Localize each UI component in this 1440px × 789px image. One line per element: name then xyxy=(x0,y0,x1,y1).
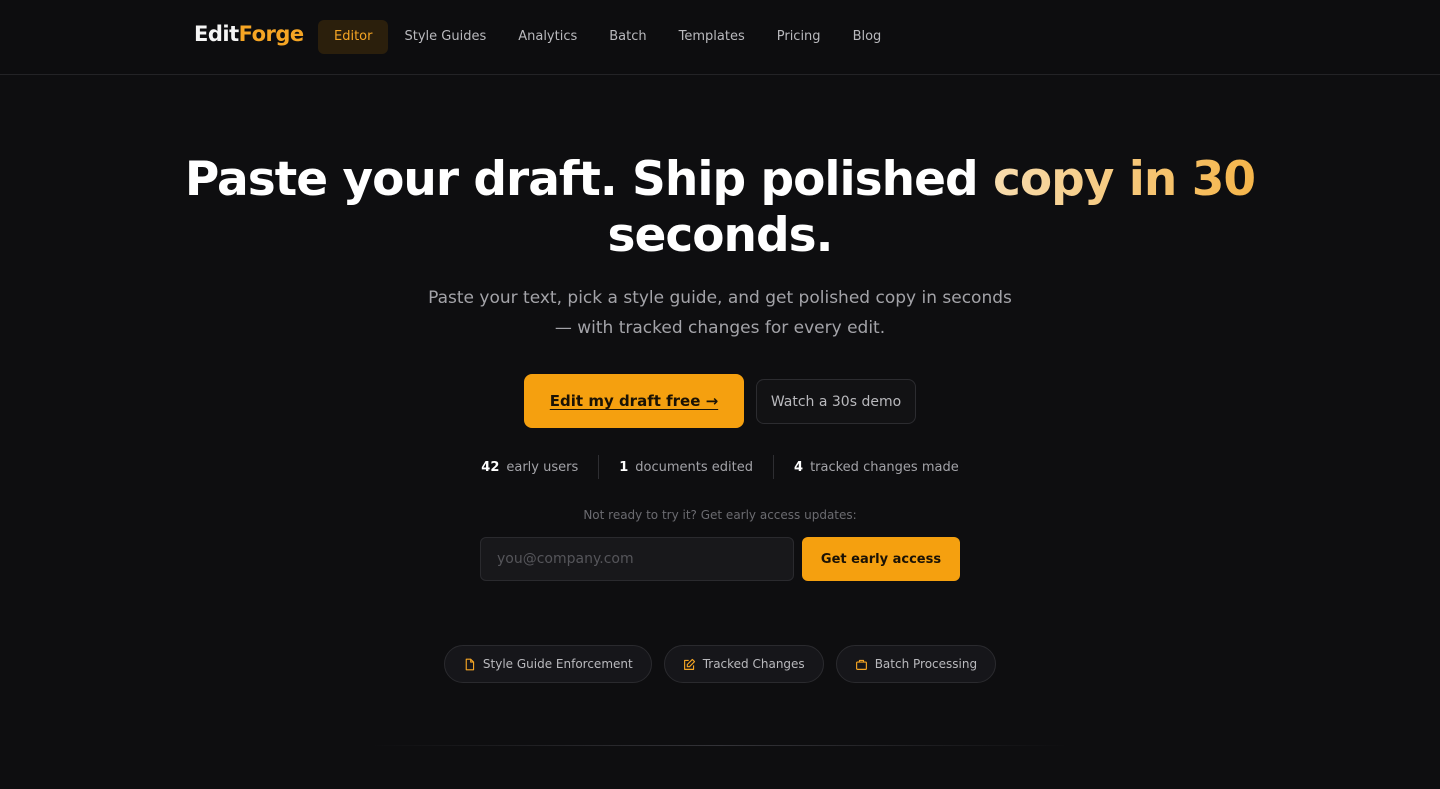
feature-chips: Style Guide Enforcement Tracked Changes … xyxy=(0,645,1440,683)
stat-early-users: 42 early users xyxy=(461,455,598,479)
nav-item-templates[interactable]: Templates xyxy=(663,20,761,54)
hero-title-accent: copy in 30 xyxy=(992,152,1256,207)
stat-value: 4 xyxy=(794,459,804,475)
hero-title: Paste your draft. Ship polished copy in … xyxy=(0,152,1440,264)
stat-tracked-changes: 4 tracked changes made xyxy=(773,455,979,479)
feature-chip-tracked-changes[interactable]: Tracked Changes xyxy=(663,645,824,683)
top-navigation: EditForge Editor Style Guides Analytics … xyxy=(0,0,1440,75)
hero-title-tail: seconds. xyxy=(607,208,834,263)
nav-links: Editor Style Guides Analytics Batch Temp… xyxy=(318,20,897,54)
nav-item-style-guides[interactable]: Style Guides xyxy=(388,20,502,54)
stat-label: documents edited xyxy=(635,459,754,475)
email-field[interactable] xyxy=(480,537,794,581)
get-early-access-button[interactable]: Get early access xyxy=(802,537,960,581)
stat-label: tracked changes made xyxy=(810,459,959,475)
brand-name-part1: Edit xyxy=(194,22,239,46)
briefcase-icon xyxy=(855,659,867,670)
feature-chip-style-guide[interactable]: Style Guide Enforcement xyxy=(443,645,652,683)
nav-item-blog[interactable]: Blog xyxy=(837,20,898,54)
feature-chip-label: Batch Processing xyxy=(874,657,978,671)
watch-demo-button[interactable]: Watch a 30s demo xyxy=(756,379,916,424)
section-divider xyxy=(370,745,1070,746)
hero-title-plain: Paste your draft. Ship polished xyxy=(184,152,993,207)
feature-chip-label: Style Guide Enforcement xyxy=(482,657,633,671)
brand-logo[interactable]: EditForge xyxy=(194,22,304,46)
stats-bar: 42 early users 1 documents edited 4 trac… xyxy=(0,455,1440,479)
hero-subtitle: Paste your text, pick a style guide, and… xyxy=(428,288,1012,338)
document-icon xyxy=(465,658,475,670)
nav-item-batch[interactable]: Batch xyxy=(593,20,662,54)
stat-value: 42 xyxy=(481,459,500,475)
stat-label: early users xyxy=(506,459,579,475)
stat-value: 1 xyxy=(619,459,629,475)
nav-item-editor[interactable]: Editor xyxy=(318,20,389,54)
early-access-prompt: Not ready to try it? Get early access up… xyxy=(583,508,857,522)
brand-name-part2: Forge xyxy=(238,22,305,46)
edit-draft-button[interactable]: Edit my draft free → xyxy=(524,374,744,428)
feature-chip-label: Tracked Changes xyxy=(702,657,805,671)
feature-chip-batch-processing[interactable]: Batch Processing xyxy=(835,645,997,683)
stat-documents-edited: 1 documents edited xyxy=(598,455,773,479)
edit-icon xyxy=(683,658,695,670)
nav-item-analytics[interactable]: Analytics xyxy=(502,20,593,54)
nav-item-pricing[interactable]: Pricing xyxy=(761,20,837,54)
